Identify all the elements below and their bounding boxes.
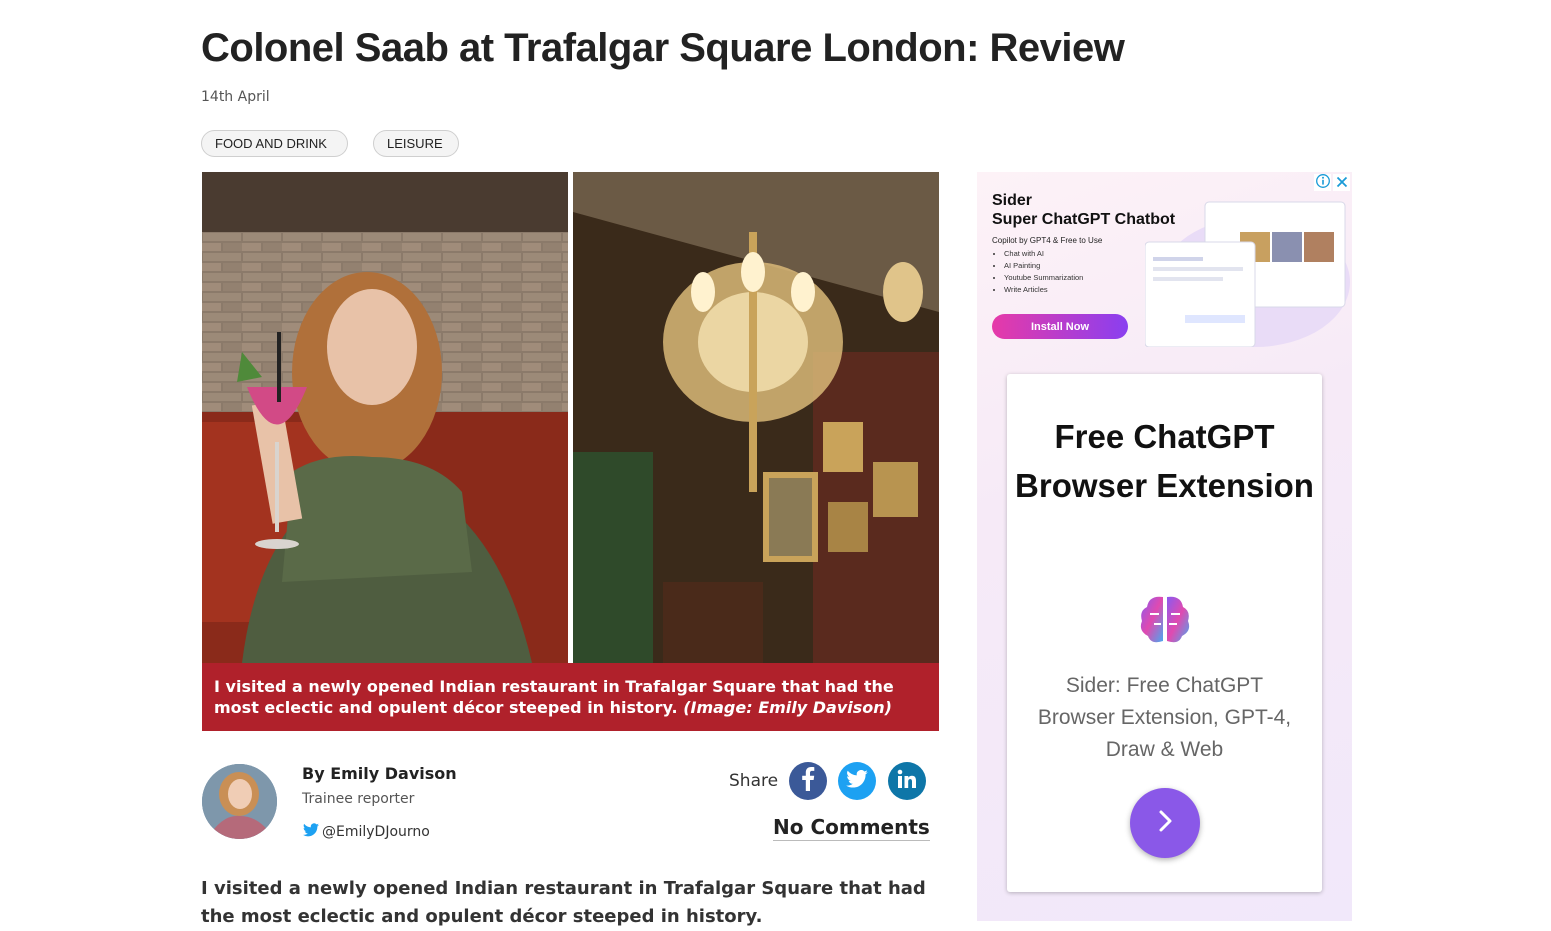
- article-lead-paragraph: I visited a newly opened Indian restaura…: [201, 878, 926, 927]
- ad-feature-item: Youtube Summarization: [1004, 272, 1083, 284]
- share-facebook-button[interactable]: [789, 762, 827, 800]
- image-caption: I visited a newly opened Indian restaura…: [202, 663, 939, 731]
- info-icon: [1315, 173, 1330, 192]
- caption-credit: (Image: Emily Davison): [683, 698, 892, 717]
- close-icon: [1336, 173, 1348, 192]
- advertisement-panel[interactable]: Sider Super ChatGPT Chatbot Copilot by G…: [977, 172, 1352, 921]
- linkedin-icon: [897, 769, 917, 793]
- tag-food-and-drink[interactable]: FOOD AND DRINK: [201, 130, 348, 157]
- author-twitter-link[interactable]: @EmilyDJourno: [303, 823, 430, 841]
- facebook-icon: [801, 767, 815, 795]
- photo-chandelier-decor: [573, 172, 939, 663]
- share-linkedin-button[interactable]: [888, 762, 926, 800]
- twitter-icon: [846, 769, 868, 792]
- twitter-handle-text: @EmilyDJourno: [322, 824, 430, 840]
- ad-card-title: Free ChatGPT Browser Extension: [1015, 418, 1314, 504]
- author-avatar[interactable]: [202, 764, 277, 839]
- hero-image: [202, 172, 939, 663]
- tag-leisure[interactable]: LEISURE: [373, 130, 459, 157]
- ad-feature-item: AI Painting: [1004, 260, 1083, 272]
- ad-feature-item: Chat with AI: [1004, 248, 1083, 260]
- ad-close-button[interactable]: [1333, 174, 1350, 191]
- twitter-bird-icon: [303, 823, 319, 841]
- ad-next-button[interactable]: [1130, 788, 1200, 858]
- author-byline[interactable]: By Emily Davison: [302, 764, 457, 783]
- ad-product-screenshot: [1144, 197, 1350, 348]
- ad-feature-list: Chat with AI AI Painting Youtube Summari…: [992, 248, 1083, 296]
- ad-feature-item: Write Articles: [1004, 284, 1083, 296]
- ad-info-button[interactable]: [1314, 174, 1331, 191]
- ad-install-button[interactable]: Install Now: [992, 314, 1128, 339]
- share-label: Share: [729, 771, 779, 791]
- article-title: Colonel Saab at Trafalgar Square London:…: [201, 26, 1125, 70]
- author-role: Trainee reporter: [302, 791, 415, 807]
- chevron-right-icon: [1152, 808, 1178, 838]
- brain-icon: [1135, 589, 1195, 649]
- article-date: 14th April: [201, 89, 270, 105]
- ad-card[interactable]: Free ChatGPT Browser Extension Sider: Fr…: [1007, 374, 1322, 892]
- ad-subtitle: Copilot by GPT4 & Free to Use: [992, 236, 1103, 245]
- share-twitter-button[interactable]: [838, 762, 876, 800]
- ad-controls: [1314, 174, 1350, 191]
- photo-reporter-with-cocktail: [202, 172, 568, 663]
- comments-link[interactable]: No Comments: [773, 815, 930, 841]
- ad-card-description: Sider: Free ChatGPT Browser Extension, G…: [1037, 674, 1292, 761]
